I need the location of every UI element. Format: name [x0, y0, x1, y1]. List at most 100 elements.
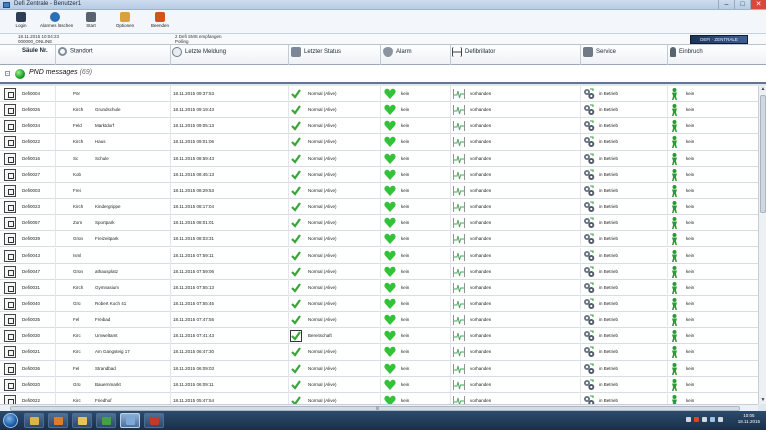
column-alarm[interactable]: Alarm	[383, 47, 412, 63]
cell-divider	[580, 182, 581, 199]
app-taskbar-button[interactable]	[144, 413, 164, 428]
tray-icon[interactable]	[710, 417, 715, 422]
table-row[interactable]: Defi0030 Kirc Umweltamt 18.11.2015 07:41:43…	[0, 328, 758, 345]
media-player-taskbar-button[interactable]	[48, 413, 68, 428]
table-row[interactable]: Defi0039 Grün Freizeitpark 18.11.2015 08:03…	[0, 231, 758, 248]
clear-alarms-button[interactable]: Alarmes löschen	[40, 12, 73, 33]
defibrillator-ecg-icon	[453, 137, 465, 148]
close-button[interactable]: ✕	[750, 0, 766, 9]
row-select-checkbox[interactable]	[4, 184, 16, 197]
table-row[interactable]: Defi0040 Grü Robert Koch 41 18.11.2015 07:5…	[0, 295, 758, 313]
cell-divider	[380, 199, 381, 216]
row-select-checkbox[interactable]	[4, 362, 16, 375]
cell-divider	[170, 166, 171, 183]
row-select-checkbox[interactable]	[4, 168, 16, 181]
tray-icon[interactable]	[702, 417, 707, 422]
table-row[interactable]: Defi0057 Zorn Sportpark 18.11.2015 08:01:01…	[0, 215, 758, 232]
row-select-checkbox[interactable]	[4, 201, 16, 214]
column-letzte-meldung[interactable]: Letzte Meldung	[172, 47, 226, 63]
status-check-icon	[291, 299, 301, 309]
explorer-taskbar-button[interactable]	[24, 413, 44, 428]
exit-button[interactable]: Beenden	[145, 12, 175, 33]
table-row[interactable]: Defi0027 Kob 18.11.2015 08:45:13 Normal (Al…	[0, 166, 758, 183]
folder-taskbar-button[interactable]	[72, 413, 92, 428]
table-row[interactable]: Defi0023 Kirch Kindergrippe 18.11.2015 08:1…	[0, 199, 758, 216]
table-row[interactable]: Defi0035 Fel Freibad 18.11.2015 07:47:55 Nor…	[0, 312, 758, 329]
row-select-checkbox[interactable]	[4, 281, 16, 294]
horizontal-scrollbar[interactable]: |||	[0, 404, 758, 411]
options-button[interactable]: Optionen	[110, 12, 140, 33]
row-select-checkbox[interactable]	[4, 152, 16, 165]
row-select-checkbox[interactable]	[4, 104, 16, 117]
cell-divider	[288, 199, 289, 216]
scroll-thumb[interactable]	[760, 95, 766, 213]
table-row[interactable]: Defi0026 Kirch Grundschule 18.11.2015 09:19…	[0, 102, 758, 119]
table-row[interactable]: Defi0047 Grün athausplatz 18.11.2015 07:59:…	[0, 263, 758, 280]
row-select-checkbox[interactable]	[4, 120, 16, 133]
explorer-taskbar-icon	[30, 417, 39, 425]
cell-alarm: kein	[401, 365, 410, 371]
row-select-checkbox[interactable]	[4, 330, 16, 343]
row-select-checkbox[interactable]	[4, 394, 16, 404]
row-select-checkbox[interactable]	[4, 88, 16, 100]
table-row[interactable]: Defi0022 Kirch Haus 18.11.2015 09:01:06 Norm…	[0, 134, 758, 151]
einbruch-figure-icon	[672, 136, 677, 149]
column-defibrillator[interactable]: Defibrillator	[452, 47, 495, 63]
row-select-checkbox[interactable]	[4, 217, 16, 230]
start-button[interactable]	[3, 413, 18, 428]
login-button[interactable]: Login	[6, 12, 36, 33]
table-row[interactable]: Defi0034 Feld Marktdorf 18.11.2015 09:05:13…	[0, 118, 758, 135]
row-select-checkbox[interactable]	[4, 378, 16, 391]
person-icon	[670, 47, 676, 57]
alarm-heart-icon	[384, 217, 396, 229]
cell-divider	[380, 231, 381, 248]
tray-icon[interactable]	[694, 417, 699, 422]
clock[interactable]: 10:05 18.11.2015	[738, 413, 760, 425]
cell-defibrillator: vorhanden	[470, 333, 492, 339]
row-select-checkbox[interactable]	[4, 265, 16, 278]
row-select-checkbox[interactable]	[4, 249, 16, 262]
table-row[interactable]: Defi0004 Pör 18.11.2015 09:37:53 Normal (Al…	[0, 86, 758, 103]
alarm-heart-icon	[384, 363, 396, 374]
maximize-button[interactable]: □	[734, 0, 750, 9]
column-letzter-status[interactable]: Letzter Status	[291, 47, 341, 63]
start-button[interactable]: Start	[76, 12, 106, 33]
row-select-checkbox[interactable]	[4, 136, 16, 149]
chrome-taskbar-button[interactable]	[96, 413, 116, 428]
cell-prefix: Grü	[73, 300, 81, 306]
minimize-button[interactable]: –	[718, 0, 734, 9]
cell-divider	[450, 86, 451, 102]
row-select-checkbox[interactable]	[4, 346, 16, 359]
row-select-checkbox[interactable]	[4, 297, 16, 310]
table-row[interactable]: Defi0043 Isml 18.11.2015 07:59:11 Normal (A…	[0, 247, 758, 264]
group-header[interactable]: − PND messages (69)	[0, 65, 766, 84]
cell-divider	[288, 344, 289, 361]
cell-id: Defi0030	[22, 333, 41, 339]
table-row[interactable]: Defi0031 Kirch Gymnasium 18.11.2015 07:55:1…	[0, 279, 758, 296]
cell-prefix: Fel	[73, 365, 80, 371]
tray-icon[interactable]	[686, 417, 691, 422]
column-saeule-nr[interactable]: Säule Nr.	[22, 48, 48, 64]
cell-einbruch: kein	[686, 397, 695, 403]
cell-divider	[288, 295, 289, 312]
row-select-checkbox[interactable]	[4, 233, 16, 246]
table-row[interactable]: Defi0020 Grü Bauernmarkt 18.11.2015 06:09:1…	[0, 376, 758, 393]
defi-taskbar-button[interactable]	[120, 413, 140, 428]
column-standort[interactable]: Standort	[58, 47, 93, 63]
table-row[interactable]: Defi0016 Sc Schule 18.11.2015 08:59:43 Norma…	[0, 150, 758, 167]
table-row[interactable]: Defi0021 Kirc Am Gangsteig 17 18.11.2015 06…	[0, 344, 758, 361]
scroll-up-button[interactable]: ▲	[759, 86, 766, 93]
column-einbruch[interactable]: Einbruch	[670, 47, 703, 63]
row-select-checkbox[interactable]	[4, 314, 16, 327]
vertical-scrollbar[interactable]: ▲ ▼	[758, 86, 766, 404]
tray-icon[interactable]	[718, 417, 723, 422]
scroll-down-button[interactable]: ▼	[759, 397, 766, 404]
collapse-toggle[interactable]: −	[5, 71, 10, 76]
cell-defibrillator: vorhanden	[470, 268, 492, 274]
table-row[interactable]: Defi0036 Fel Strandbad 18.11.2015 06:09:03 N…	[0, 360, 758, 377]
cell-divider	[288, 392, 289, 404]
column-service[interactable]: Service	[583, 47, 616, 63]
table-row[interactable]: Defi0003 Frei 18.11.2015 08:29:53 Normal (A…	[0, 182, 758, 200]
table-row[interactable]: Defi0022 Kirc Friedhof 18.11.2015 05:47:54 N…	[0, 392, 758, 404]
status-check-icon	[291, 315, 301, 325]
